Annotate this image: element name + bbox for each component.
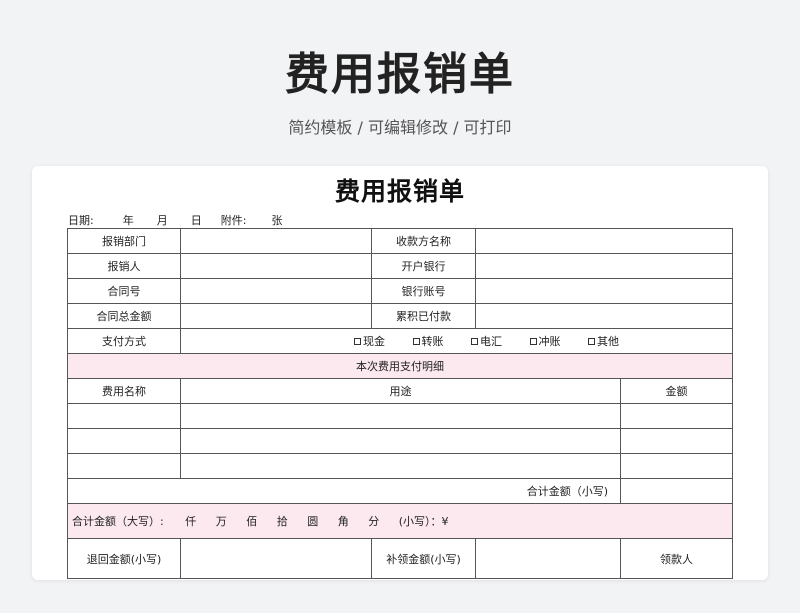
unit-label: 圆 [307,515,319,528]
payment-option-label: 冲账 [538,335,561,348]
checkbox[interactable] [588,337,595,345]
refund-label: 退回金额(小写) [67,538,181,579]
subtotal-label: 合计金额（小写) [67,478,621,504]
contract-no-label: 合同号 [67,278,181,304]
bank-field[interactable] [475,253,733,279]
payment-option-other[interactable]: 其他 [588,333,619,349]
attachments-label: 附件: [220,214,247,227]
subtotal-field[interactable] [620,478,733,504]
table-row: 合计金额（大写）: 仟 万 佰 拾 圆 角 分 (小写）：¥ [67,503,733,539]
detail-amount-cell[interactable] [620,403,733,429]
payee-name-field[interactable] [475,228,733,254]
payment-method-label: 支付方式 [67,328,181,354]
supplement-label: 补领金额(小写) [371,538,476,579]
checkbox[interactable] [471,337,478,345]
detail-name-cell[interactable] [67,428,181,454]
contract-no-field[interactable] [180,278,372,304]
detail-purpose-cell[interactable] [180,453,621,479]
account-no-label: 银行账号 [371,278,476,304]
payment-option-cash[interactable]: 现金 [354,333,385,349]
unit-label: 拾 [276,515,288,528]
table-row [67,453,733,479]
detail-purpose-cell[interactable] [180,428,621,454]
unit-label: 万 [215,515,227,528]
contract-total-label: 合同总金额 [67,303,181,329]
supplement-field[interactable] [475,538,621,579]
detail-name-cell[interactable] [67,453,181,479]
account-no-field[interactable] [475,278,733,304]
claimant-label: 报销人 [67,253,181,279]
detail-purpose-cell[interactable] [180,403,621,429]
payment-option-label: 其他 [597,335,619,348]
form-card: 费用报销单 日期: 年 月 日 附件: 张 报销部门 收款方名称 报销人 开户银… [32,166,768,580]
table-row: 退回金额(小写) 补领金额(小写) 领款人 [67,538,733,579]
contract-total-field[interactable] [180,303,372,329]
detail-header-purpose: 用途 [180,378,621,404]
detail-header-name: 费用名称 [67,378,181,404]
bank-label: 开户银行 [371,253,476,279]
payment-option-label: 现金 [363,335,385,348]
payee-name-label: 收款方名称 [371,228,476,254]
department-field[interactable] [180,228,372,254]
detail-amount-cell[interactable] [620,428,733,454]
payment-option-transfer[interactable]: 转账 [412,333,444,349]
detail-title: 本次费用支付明细 [67,353,733,379]
detail-header-amount: 金额 [620,378,733,404]
reimbursement-table: 报销部门 收款方名称 报销人 开户银行 合同号 银行账号 合同总金额 累积已付款… [67,228,733,579]
unit-label: 角 [337,515,349,528]
payment-option-offset[interactable]: 冲账 [529,333,561,349]
date-line: 日期: 年 月 日 附件: 张 [68,212,282,228]
payment-option-wire[interactable]: 电汇 [471,333,502,349]
checkbox[interactable] [412,337,420,345]
page-title: 费用报销单 [285,49,515,100]
unit-label: 佰 [246,515,258,528]
payment-options: 现金 转账 电汇 冲账 其他 [180,328,733,354]
form-title: 费用报销单 [334,177,465,206]
table-row: 本次费用支付明细 [67,353,733,379]
claimant-field[interactable] [180,253,372,279]
uppercase-total-label: 合计金额（大写）: [72,515,164,528]
date-label: 日期: [68,214,94,227]
checkbox[interactable] [529,337,537,345]
table-row: 合同号 银行账号 [67,278,733,304]
day-label: 日 [190,214,202,227]
year-label: 年 [122,214,134,227]
table-row: 合同总金额 累积已付款 [67,303,733,329]
detail-amount-cell[interactable] [620,453,733,479]
month-label: 月 [156,214,168,227]
table-row: 费用名称 用途 金额 [67,378,733,404]
recipient-label: 领款人 [620,538,733,579]
table-row: 报销人 开户银行 [67,253,733,279]
refund-field[interactable] [180,538,372,579]
unit-label: 分 [368,515,380,528]
payment-option-label: 电汇 [480,335,502,348]
lowercase-total-label: (小写）：¥ [398,515,449,528]
table-row [67,403,733,429]
uppercase-total-row: 合计金额（大写）: 仟 万 佰 拾 圆 角 分 (小写）：¥ [67,503,733,539]
unit-label: 仟 [185,515,197,528]
sheets-label: 张 [271,214,283,227]
table-row: 支付方式 现金 转账 电汇 冲账 其他 [67,328,733,354]
paid-total-field[interactable] [475,303,733,329]
checkbox[interactable] [354,337,361,345]
detail-name-cell[interactable] [67,403,181,429]
table-row: 合计金额（小写) [67,478,733,504]
table-row [67,428,733,454]
payment-option-label: 转账 [421,335,444,348]
paid-total-label: 累积已付款 [371,303,476,329]
table-row: 报销部门 收款方名称 [67,228,733,254]
department-label: 报销部门 [67,228,181,254]
page-subtitle: 简约模板 / 可编辑修改 / 可打印 [288,118,512,137]
